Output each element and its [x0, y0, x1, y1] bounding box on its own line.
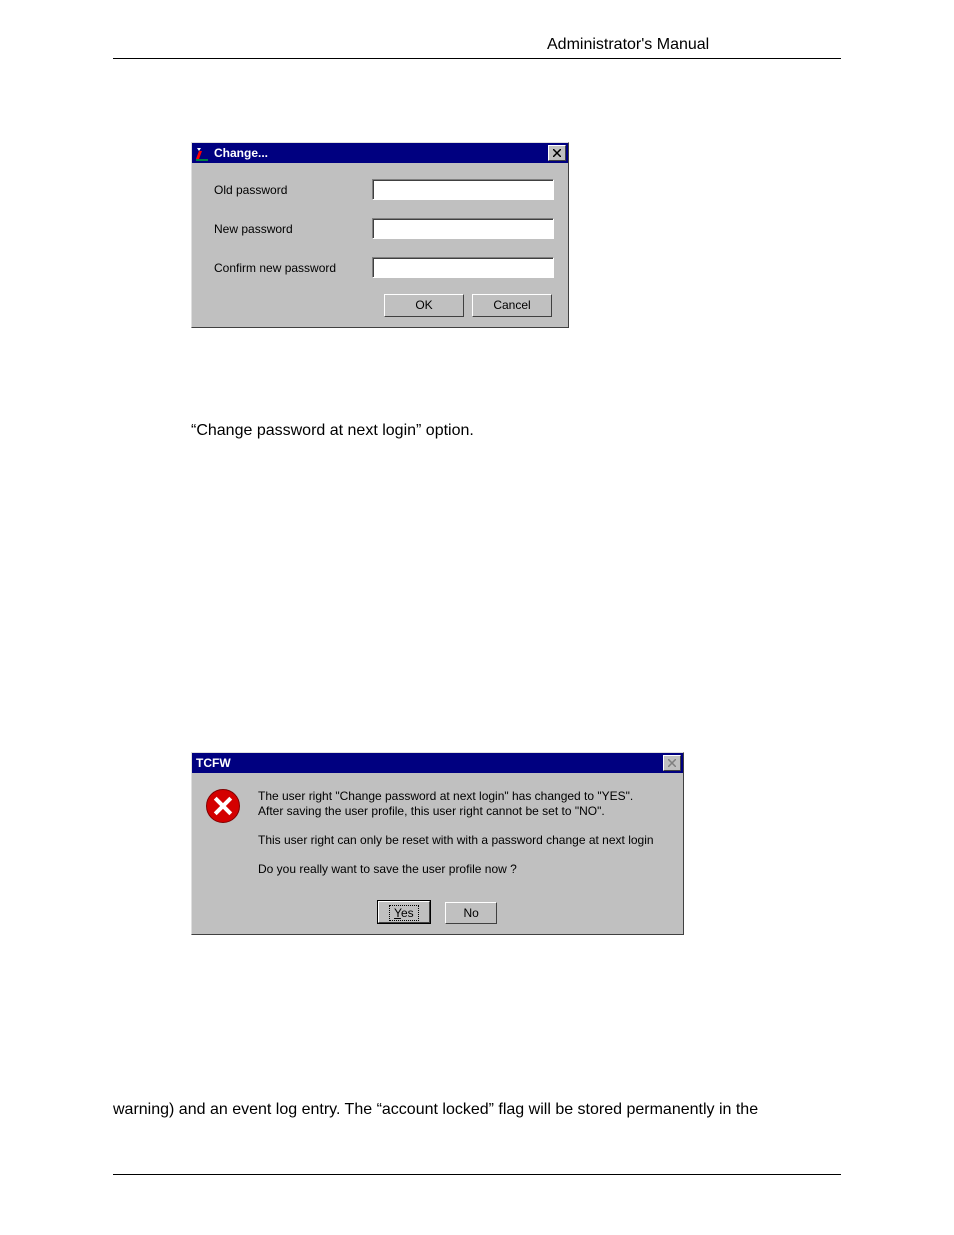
dialog-titlebar: TCFW [192, 753, 683, 773]
new-password-input[interactable] [372, 218, 554, 239]
message-line-4: Do you really want to save the user prof… [258, 862, 673, 877]
message-line-1: The user right "Change password at next … [258, 789, 633, 803]
no-button[interactable]: No [445, 902, 497, 924]
new-password-label: New password [214, 222, 372, 236]
page-header-title: Administrator's Manual [547, 36, 709, 54]
dialog-titlebar: Change... [192, 143, 568, 163]
tcfw-message-dialog: TCFW The user right "Change password at … [191, 752, 684, 935]
message-line-2: After saving the user profile, this user… [258, 804, 605, 818]
confirm-password-input[interactable] [372, 257, 554, 278]
change-password-dialog: Change... Old password New password Conf… [191, 142, 569, 328]
dialog-title: Change... [214, 146, 268, 160]
old-password-input[interactable] [372, 179, 554, 200]
ok-button[interactable]: OK [384, 294, 464, 317]
yes-button[interactable]: Yes [378, 901, 430, 923]
close-button[interactable] [663, 755, 681, 771]
close-icon [668, 759, 676, 767]
footer-rule [113, 1174, 841, 1175]
dialog-title: TCFW [196, 756, 231, 770]
header-rule [113, 58, 841, 59]
cancel-button[interactable]: Cancel [472, 294, 552, 317]
body-paragraph-2: warning) and an event log entry. The “ac… [113, 1101, 758, 1119]
body-paragraph-1: “Change password at next login” option. [191, 422, 474, 440]
close-icon [553, 149, 561, 157]
close-button[interactable] [548, 145, 566, 161]
user-edit-icon [194, 145, 210, 161]
message-text: The user right "Change password at next … [242, 789, 673, 891]
message-line-3: This user right can only be reset with w… [258, 833, 673, 848]
error-icon [206, 789, 240, 823]
old-password-label: Old password [214, 183, 372, 197]
confirm-password-label: Confirm new password [214, 261, 372, 275]
